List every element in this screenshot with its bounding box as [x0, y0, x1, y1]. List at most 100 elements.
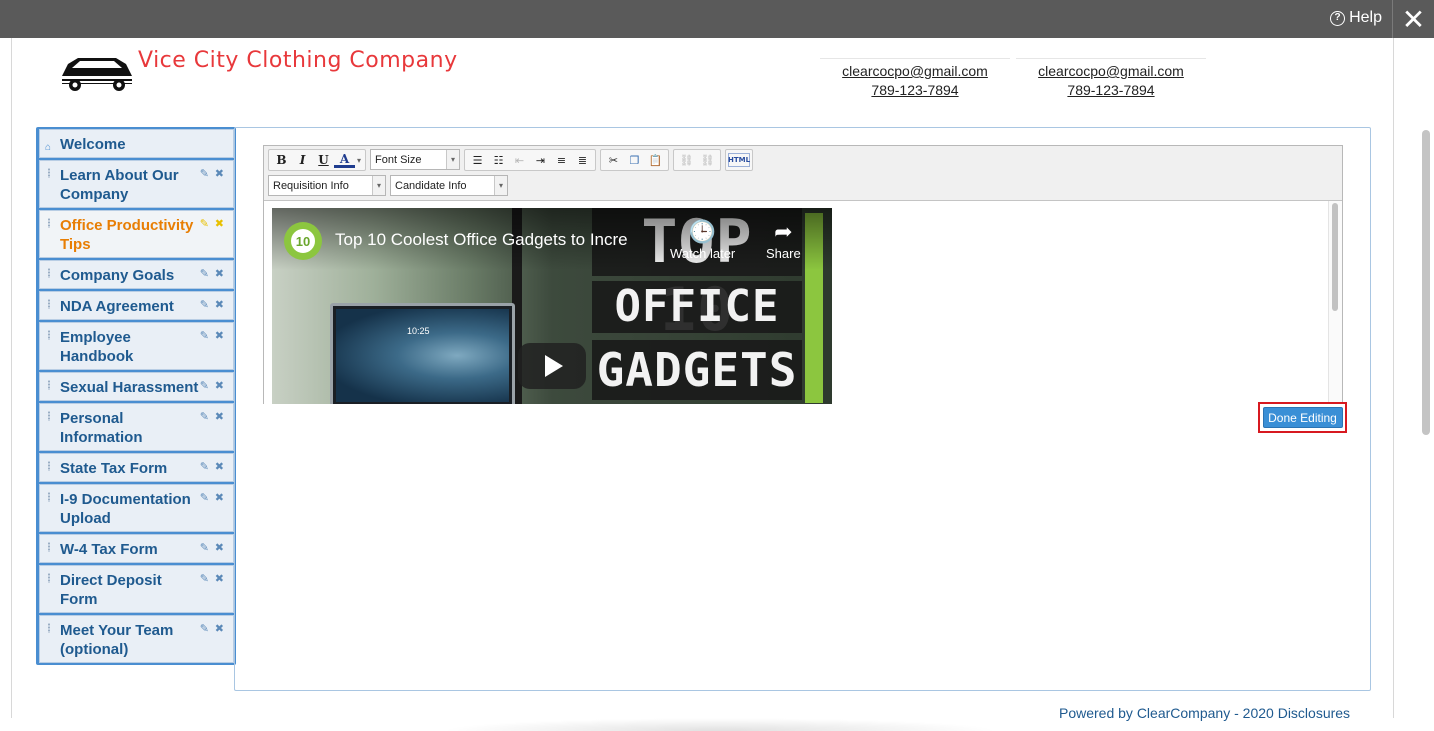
footer-separator: -: [1230, 705, 1243, 721]
watch-later-button[interactable]: 🕒 Watch later: [670, 218, 735, 261]
html-source-button[interactable]: HTML: [728, 153, 750, 167]
editor-scrollbar-thumb[interactable]: [1332, 203, 1338, 311]
editor-content-area[interactable]: 10:25 TOP 10 OFFICE GADGETS 10 Top 10 Co…: [264, 200, 1342, 404]
sidebar-item-label: Company Goals: [60, 267, 175, 284]
done-editing-button[interactable]: Done Editing: [1262, 407, 1343, 428]
play-button[interactable]: [518, 343, 586, 389]
sidebar-item-sexual-harassment[interactable]: Sexual Harassment ✎ ✖: [39, 372, 234, 401]
contact-email[interactable]: clearcocpo@gmail.com: [1016, 62, 1206, 81]
pencil-icon[interactable]: ✎: [200, 215, 209, 234]
delete-icon[interactable]: ✖: [215, 539, 224, 558]
share-button[interactable]: ➦ Share: [766, 218, 801, 261]
cut-icon[interactable]: ✂: [603, 151, 624, 169]
pencil-icon[interactable]: ✎: [200, 620, 209, 639]
sidebar-item-personal-information[interactable]: Personal Information ✎ ✖: [39, 403, 234, 451]
disclosures-link[interactable]: Disclosures: [1278, 705, 1350, 721]
pencil-icon[interactable]: ✎: [200, 327, 209, 346]
drag-handle-icon[interactable]: [47, 268, 51, 278]
pencil-icon[interactable]: ✎: [200, 489, 209, 508]
video-title[interactable]: Top 10 Coolest Office Gadgets to Incre: [335, 230, 645, 250]
editor-scrollbar-track[interactable]: [1328, 201, 1342, 404]
drag-handle-icon[interactable]: [47, 492, 51, 502]
drag-handle-icon[interactable]: [47, 330, 51, 340]
close-button[interactable]: ✕: [1392, 0, 1434, 38]
delete-icon[interactable]: ✖: [215, 620, 224, 639]
font-color-dropdown-icon[interactable]: ▾: [355, 151, 363, 169]
drag-handle-icon[interactable]: [47, 411, 51, 421]
channel-avatar[interactable]: 10: [284, 222, 322, 260]
sidebar-item-label: Office Productivity Tips: [60, 217, 194, 253]
pencil-icon[interactable]: ✎: [200, 377, 209, 396]
font-color-button[interactable]: A: [334, 152, 355, 168]
delete-icon[interactable]: ✖: [215, 165, 224, 184]
sidebar-item-employee-handbook[interactable]: Employee Handbook ✎ ✖: [39, 322, 234, 370]
sidebar-item-label: Employee Handbook: [60, 329, 134, 365]
numbered-list-icon[interactable]: ☷: [488, 151, 509, 169]
drag-handle-icon[interactable]: [47, 380, 51, 390]
contact-phone[interactable]: 789-123-7894: [820, 81, 1010, 100]
contact-phone[interactable]: 789-123-7894: [1016, 81, 1206, 100]
align-center-icon[interactable]: ≣: [572, 151, 593, 169]
delete-icon[interactable]: ✖: [215, 215, 224, 234]
sidebar-item-office-productivity-tips[interactable]: Office Productivity Tips ✎ ✖: [39, 210, 234, 258]
requisition-info-select[interactable]: Requisition Info ▾: [268, 175, 386, 196]
drag-handle-icon[interactable]: [47, 299, 51, 309]
outdent-icon[interactable]: ⇤: [509, 151, 530, 169]
drag-handle-icon[interactable]: [47, 573, 51, 583]
pencil-icon[interactable]: ✎: [200, 265, 209, 284]
pencil-icon[interactable]: ✎: [200, 296, 209, 315]
sidebar-item-w4-tax-form[interactable]: W-4 Tax Form ✎ ✖: [39, 534, 234, 563]
sidebar-item-learn-about-our-company[interactable]: Learn About Our Company ✎ ✖: [39, 160, 234, 208]
bold-button[interactable]: B: [271, 151, 292, 169]
unlink-icon[interactable]: ⛓: [697, 151, 718, 169]
delete-icon[interactable]: ✖: [215, 489, 224, 508]
pencil-icon[interactable]: ✎: [200, 165, 209, 184]
font-size-select[interactable]: Font Size ▾: [370, 149, 460, 170]
sidebar-item-i9-documentation-upload[interactable]: I-9 Documentation Upload ✎ ✖: [39, 484, 234, 532]
drag-handle-icon[interactable]: [47, 623, 51, 633]
thumbnail-text-office: OFFICE: [592, 281, 802, 333]
delete-icon[interactable]: ✖: [215, 377, 224, 396]
pencil-icon[interactable]: ✎: [200, 570, 209, 589]
sidebar-item-welcome[interactable]: ⌂ Welcome: [39, 129, 234, 158]
drag-handle-icon[interactable]: [47, 461, 51, 471]
embedded-video[interactable]: 10:25 TOP 10 OFFICE GADGETS 10 Top 10 Co…: [272, 208, 832, 404]
indent-icon[interactable]: ⇥: [530, 151, 551, 169]
sidebar-item-state-tax-form[interactable]: State Tax Form ✎ ✖: [39, 453, 234, 482]
contact-email[interactable]: clearcocpo@gmail.com: [820, 62, 1010, 81]
drag-handle-icon[interactable]: [47, 168, 51, 178]
sidebar-item-nda-agreement[interactable]: NDA Agreement ✎ ✖: [39, 291, 234, 320]
sidebar-item-meet-your-team[interactable]: Meet Your Team (optional) ✎ ✖: [39, 615, 234, 663]
delete-icon[interactable]: ✖: [215, 296, 224, 315]
frame-border-left: [11, 38, 12, 718]
delete-icon[interactable]: ✖: [215, 570, 224, 589]
delete-icon[interactable]: ✖: [215, 265, 224, 284]
sidebar-item-label: Personal Information: [60, 410, 143, 446]
company-name: Vice City Clothing Company: [138, 48, 458, 73]
paste-icon[interactable]: 📋: [645, 151, 666, 169]
pencil-icon[interactable]: ✎: [200, 458, 209, 477]
candidate-info-select[interactable]: Candidate Info ▾: [390, 175, 508, 196]
help-button[interactable]: ? Help: [1330, 9, 1382, 27]
powered-by-link[interactable]: Powered by ClearCompany: [1059, 705, 1230, 721]
copy-icon[interactable]: ❐: [624, 151, 645, 169]
delete-icon[interactable]: ✖: [215, 458, 224, 477]
underline-button[interactable]: U: [313, 151, 334, 169]
drag-handle-icon[interactable]: [47, 542, 51, 552]
italic-button[interactable]: I: [292, 151, 313, 169]
rich-text-editor: B I U A ▾ Font Size ▾ ☰ ☷ ⇤ ⇥ ≡ ≣ ✂ ❐ 📋 …: [263, 145, 1343, 404]
sidebar-item-label: W-4 Tax Form: [60, 541, 158, 558]
sidebar-item-company-goals[interactable]: Company Goals ✎ ✖: [39, 260, 234, 289]
drag-handle-icon[interactable]: [47, 218, 51, 228]
clock-icon: 🕒: [688, 219, 717, 244]
align-left-icon[interactable]: ≡: [551, 151, 572, 169]
sidebar-item-direct-deposit-form[interactable]: Direct Deposit Form ✎ ✖: [39, 565, 234, 613]
pencil-icon[interactable]: ✎: [200, 408, 209, 427]
delete-icon[interactable]: ✖: [215, 408, 224, 427]
page-scrollbar[interactable]: [1422, 130, 1430, 435]
bullet-list-icon[interactable]: ☰: [467, 151, 488, 169]
delete-icon[interactable]: ✖: [215, 327, 224, 346]
pencil-icon[interactable]: ✎: [200, 539, 209, 558]
video-thumbnail-monitor: 10:25: [330, 303, 515, 404]
link-icon[interactable]: ⛓: [676, 151, 697, 169]
